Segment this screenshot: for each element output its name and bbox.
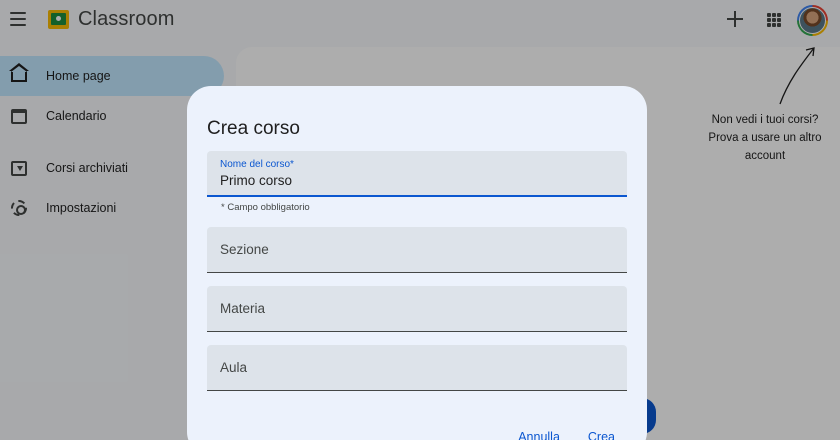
subject-field[interactable]: Materia	[207, 286, 627, 332]
subject-placeholder: Materia	[220, 301, 266, 316]
cancel-button[interactable]: Annulla	[518, 430, 560, 440]
room-field[interactable]: Aula	[207, 345, 627, 391]
dialog-actions: Annulla Crea	[518, 430, 615, 440]
course-name-label: Nome del corso*	[220, 159, 294, 170]
room-placeholder: Aula	[220, 360, 248, 375]
section-placeholder: Sezione	[220, 242, 269, 257]
required-helper-text: * Campo obbligatorio	[221, 202, 310, 213]
course-name-value: Primo corso	[220, 173, 293, 188]
section-field[interactable]: Sezione	[207, 227, 627, 273]
create-button[interactable]: Crea	[588, 430, 615, 440]
dialog-title: Crea corso	[207, 118, 300, 139]
create-course-dialog: Crea corso Nome del corso* Primo corso *…	[187, 86, 647, 440]
course-name-field[interactable]: Nome del corso* Primo corso	[207, 151, 627, 197]
